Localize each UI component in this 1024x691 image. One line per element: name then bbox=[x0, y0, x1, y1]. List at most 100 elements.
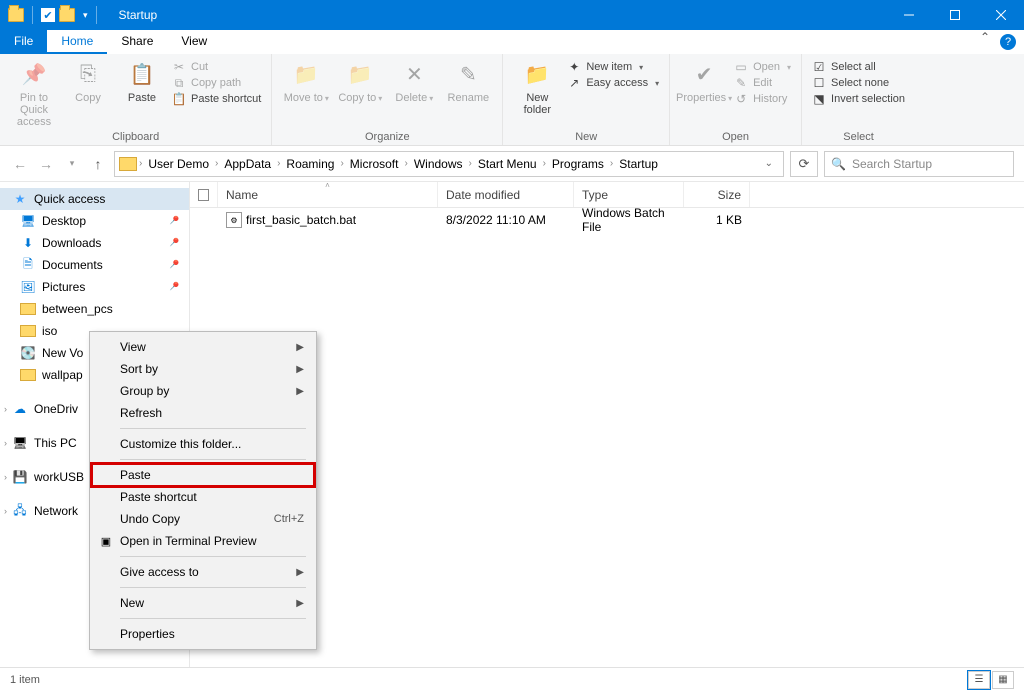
pin-to-quick-access-button[interactable]: 📌 Pin to Quick access bbox=[10, 58, 58, 128]
invert-icon: ⬔ bbox=[812, 92, 826, 106]
breadcrumb-item[interactable]: AppData bbox=[220, 157, 275, 171]
minimize-button[interactable] bbox=[886, 0, 932, 30]
tab-share[interactable]: Share bbox=[107, 30, 167, 54]
context-properties[interactable]: Properties bbox=[92, 623, 314, 645]
context-customize-folder[interactable]: Customize this folder... bbox=[92, 433, 314, 455]
column-header-checkbox[interactable] bbox=[190, 182, 218, 207]
sidebar-desktop[interactable]: 🖥Desktop📍 bbox=[0, 210, 189, 232]
window-title: Startup bbox=[119, 8, 158, 22]
search-input[interactable]: 🔍 Search Startup bbox=[824, 151, 1014, 177]
forward-button[interactable]: → bbox=[36, 154, 56, 174]
context-menu: View▶ Sort by▶ Group by▶ Refresh Customi… bbox=[89, 331, 317, 650]
qat-dropdown-icon[interactable]: ▾ bbox=[83, 10, 88, 21]
context-give-access[interactable]: Give access to▶ bbox=[92, 561, 314, 583]
select-none-button[interactable]: ☐Select none bbox=[812, 76, 905, 90]
recent-locations-button[interactable]: ▾ bbox=[62, 154, 82, 174]
qat-new-folder-icon[interactable] bbox=[59, 8, 75, 22]
sidebar-downloads[interactable]: ⬇Downloads📍 bbox=[0, 232, 189, 254]
refresh-button[interactable]: ⟳ bbox=[790, 151, 818, 177]
shortcut-label: Ctrl+Z bbox=[274, 513, 304, 525]
context-group-by[interactable]: Group by▶ bbox=[92, 380, 314, 402]
file-row[interactable]: ⚙first_basic_batch.bat 8/3/2022 11:10 AM… bbox=[190, 208, 1024, 232]
edit-button[interactable]: ✎Edit bbox=[734, 76, 791, 90]
breadcrumb-item[interactable]: Programs bbox=[548, 157, 608, 171]
icons-view-button[interactable]: ▦ bbox=[992, 671, 1014, 689]
sidebar-documents[interactable]: 🗎Documents📍 bbox=[0, 254, 189, 276]
file-size: 1 KB bbox=[684, 213, 750, 227]
context-view[interactable]: View▶ bbox=[92, 336, 314, 358]
context-paste-shortcut[interactable]: Paste shortcut bbox=[92, 486, 314, 508]
context-refresh[interactable]: Refresh bbox=[92, 402, 314, 424]
back-button[interactable]: ← bbox=[10, 154, 30, 174]
breadcrumb-item[interactable]: Roaming bbox=[282, 157, 338, 171]
breadcrumb-item[interactable]: Windows bbox=[410, 157, 467, 171]
invert-selection-button[interactable]: ⬔Invert selection bbox=[812, 92, 905, 106]
chevron-right-icon: ▶ bbox=[296, 364, 304, 375]
downloads-icon: ⬇ bbox=[20, 235, 36, 251]
properties-button[interactable]: ✔ Properties▾ bbox=[680, 58, 728, 104]
details-view-button[interactable]: ☰ bbox=[968, 671, 990, 689]
usb-icon: 💾 bbox=[12, 469, 28, 485]
sidebar-quick-access[interactable]: ★Quick access bbox=[0, 188, 189, 210]
move-to-icon: 📁 bbox=[294, 62, 319, 87]
tab-file[interactable]: File bbox=[0, 30, 47, 54]
sidebar-between-pcs[interactable]: between_pcs bbox=[0, 298, 189, 320]
tab-home[interactable]: Home bbox=[47, 30, 107, 54]
collapse-ribbon-icon[interactable]: ⌃ bbox=[974, 30, 996, 54]
context-undo-copy[interactable]: Undo CopyCtrl+Z bbox=[92, 508, 314, 530]
breadcrumb-item[interactable]: Microsoft bbox=[346, 157, 403, 171]
context-open-terminal[interactable]: ▣Open in Terminal Preview bbox=[92, 530, 314, 552]
chevron-right-icon: › bbox=[4, 472, 7, 482]
copy-to-icon: 📁 bbox=[348, 62, 373, 87]
breadcrumb-dropdown-icon[interactable]: ⌄ bbox=[759, 158, 779, 169]
breadcrumb[interactable]: › User Demo› AppData› Roaming› Microsoft… bbox=[114, 151, 784, 177]
open-button[interactable]: ▭Open▾ bbox=[734, 60, 791, 74]
copy-button[interactable]: ⎘ Copy bbox=[64, 58, 112, 104]
chevron-right-icon: ▶ bbox=[296, 598, 304, 609]
this-pc-icon: 🖥 bbox=[12, 435, 28, 451]
history-button[interactable]: ↺History bbox=[734, 92, 791, 106]
separator bbox=[120, 556, 306, 557]
separator bbox=[120, 618, 306, 619]
help-icon[interactable]: ? bbox=[1000, 34, 1016, 50]
column-header-type[interactable]: Type bbox=[574, 182, 684, 207]
cut-button[interactable]: ✂Cut bbox=[172, 60, 261, 74]
maximize-button[interactable] bbox=[932, 0, 978, 30]
copy-path-button[interactable]: ⧉Copy path bbox=[172, 76, 261, 90]
breadcrumb-item[interactable]: Startup bbox=[615, 157, 662, 171]
new-folder-icon: 📁 bbox=[525, 62, 550, 87]
folder-icon[interactable] bbox=[8, 8, 24, 22]
up-button[interactable]: ↑ bbox=[88, 154, 108, 174]
breadcrumb-item[interactable]: Start Menu bbox=[474, 157, 541, 171]
new-folder-button[interactable]: 📁 New folder bbox=[513, 58, 561, 116]
context-new[interactable]: New▶ bbox=[92, 592, 314, 614]
easy-access-button[interactable]: ↗Easy access▾ bbox=[567, 76, 659, 90]
paste-shortcut-button[interactable]: 📋Paste shortcut bbox=[172, 92, 261, 106]
tab-view[interactable]: View bbox=[167, 30, 221, 54]
chevron-right-icon: ▶ bbox=[296, 342, 304, 353]
ribbon-tabs: File Home Share View ⌃ ? bbox=[0, 30, 1024, 54]
breadcrumb-item[interactable]: User Demo bbox=[144, 157, 213, 171]
context-sort-by[interactable]: Sort by▶ bbox=[92, 358, 314, 380]
copy-to-button[interactable]: 📁 Copy to▾ bbox=[336, 58, 384, 104]
close-button[interactable] bbox=[978, 0, 1024, 30]
chevron-right-icon[interactable]: › bbox=[139, 158, 142, 169]
terminal-icon: ▣ bbox=[98, 533, 114, 549]
column-header-size[interactable]: Size bbox=[684, 182, 750, 207]
network-icon: 🖧 bbox=[12, 503, 28, 519]
column-header-date[interactable]: Date modified bbox=[438, 182, 574, 207]
qat-properties-icon[interactable]: ✔ bbox=[41, 8, 55, 22]
new-item-button[interactable]: ✦New item▾ bbox=[567, 60, 659, 74]
column-header-name[interactable]: ˄Name bbox=[218, 182, 438, 207]
delete-button[interactable]: ✕ Delete▾ bbox=[390, 58, 438, 104]
paste-button[interactable]: 📋 Paste bbox=[118, 58, 166, 104]
status-bar: 1 item ☰ ▦ bbox=[0, 667, 1024, 691]
sidebar-pictures[interactable]: 🖼Pictures📍 bbox=[0, 276, 189, 298]
chevron-right-icon: › bbox=[4, 506, 7, 516]
rename-button[interactable]: ✎ Rename bbox=[444, 58, 492, 104]
select-all-button[interactable]: ☑Select all bbox=[812, 60, 905, 74]
easy-access-icon: ↗ bbox=[567, 76, 581, 90]
move-to-button[interactable]: 📁 Move to▾ bbox=[282, 58, 330, 104]
context-paste[interactable]: Paste bbox=[92, 464, 314, 486]
chevron-right-icon: ▶ bbox=[296, 567, 304, 578]
